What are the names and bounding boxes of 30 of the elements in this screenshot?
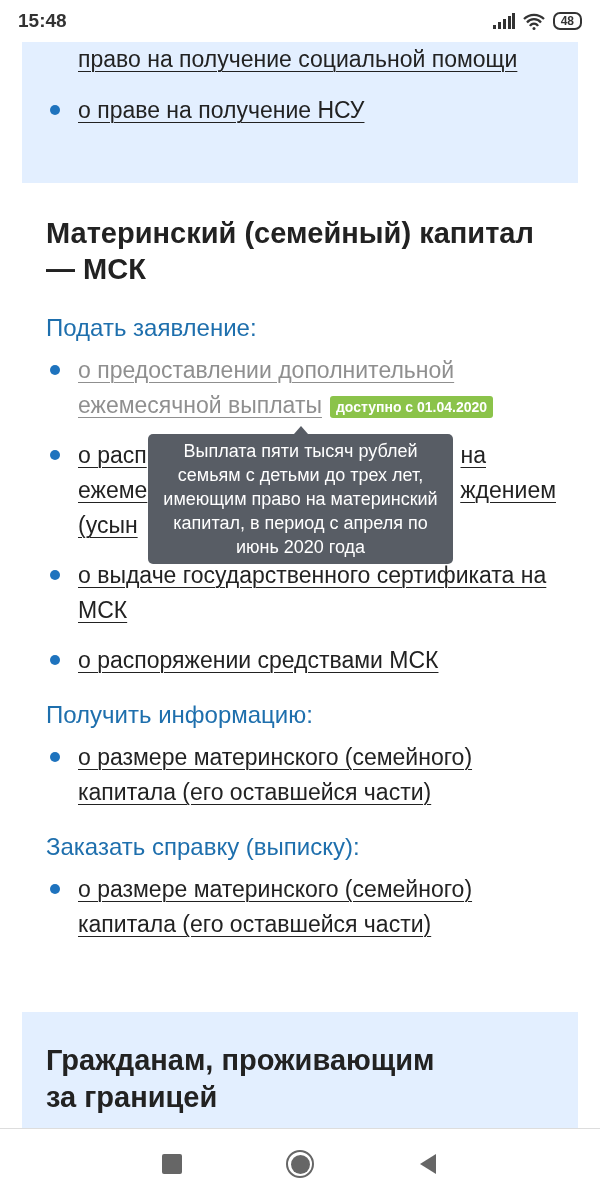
bullet-icon [50, 884, 60, 894]
section-title: Материнский (семейный) капитал — МСК [45, 216, 535, 287]
link-fragment[interactable]: о расп [78, 438, 147, 473]
link-fragment[interactable]: (усын [78, 508, 138, 543]
clock: 15:48 [18, 8, 67, 33]
bullet-icon [50, 365, 60, 375]
wifi-icon [522, 12, 545, 30]
signal-icon [492, 13, 515, 29]
link[interactable]: о распоряжении средствами МСК [78, 643, 439, 678]
group-heading: Подать заявление: [45, 313, 258, 343]
link[interactable]: о праве на получение НСУ [78, 93, 365, 128]
link-fragment[interactable]: ждением [460, 473, 556, 508]
availability-badge: доступно с 01.04.2020 [329, 395, 494, 418]
home-button[interactable] [286, 1150, 314, 1178]
bullet-icon [50, 655, 60, 665]
link[interactable]: о размере материнского (семейного) капитала (его оставшейся части) [78, 740, 570, 810]
link-fragment[interactable]: на [460, 438, 486, 473]
card-title: Гражданам, проживающим за границей [46, 1043, 436, 1115]
tooltip: Выплата пяти тысяч рублей семьям с детьми до трех лет, имеющим право на материнский капитал, в период с апреля по июнь 2020 года [148, 434, 453, 564]
link[interactable]: о размере материнского (семейного) капитала (его оставшейся части) [78, 872, 570, 942]
bullet-icon [50, 570, 60, 580]
battery-indicator: 48 [552, 12, 582, 30]
group-heading: Получить информацию: [45, 700, 314, 730]
link[interactable]: право на получение социальной помощи [78, 42, 518, 77]
tooltip-pointer [293, 426, 308, 434]
bullet-icon [50, 450, 60, 460]
link-fragment[interactable]: ежеме [78, 473, 148, 508]
group-heading: Заказать справку (выписку): [45, 832, 361, 862]
back-button[interactable] [418, 1153, 438, 1175]
bullet-icon [50, 752, 60, 762]
